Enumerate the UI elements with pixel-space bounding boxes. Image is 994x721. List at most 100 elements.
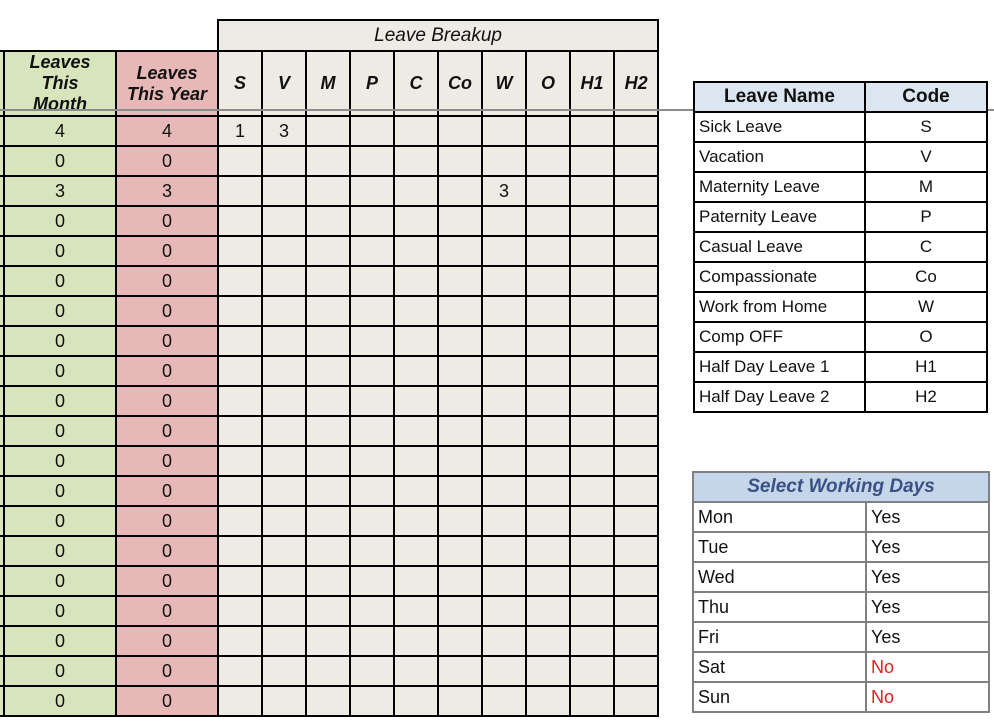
leave-code-cell[interactable]: H1: [864, 351, 988, 383]
leaves-this-year-cell[interactable]: 0: [114, 205, 220, 237]
breakup-cell-m[interactable]: [305, 625, 352, 657]
breakup-cell-h1[interactable]: [569, 595, 616, 627]
leaves-this-year-cell[interactable]: 0: [114, 625, 220, 657]
breakup-cell-p[interactable]: [349, 205, 396, 237]
breakup-cell-co[interactable]: [437, 685, 484, 717]
leave-name-cell[interactable]: Vacation: [693, 141, 866, 173]
breakup-cell-p[interactable]: [349, 565, 396, 597]
breakup-cell-v[interactable]: [261, 445, 308, 477]
breakup-cell-h1[interactable]: [569, 475, 616, 507]
leaves-this-month-cell[interactable]: 0: [3, 565, 117, 597]
breakup-cell-m[interactable]: [305, 535, 352, 567]
breakup-cell-co[interactable]: [437, 175, 484, 207]
breakup-cell-v[interactable]: [261, 385, 308, 417]
breakup-cell-w[interactable]: [481, 265, 528, 297]
leaves-this-year-cell[interactable]: 0: [114, 295, 220, 327]
leaves-this-month-cell[interactable]: 3: [3, 175, 117, 207]
breakup-cell-o[interactable]: [525, 325, 572, 357]
breakup-cell-w[interactable]: [481, 625, 528, 657]
breakup-cell-m[interactable]: [305, 385, 352, 417]
breakup-cell-w[interactable]: [481, 445, 528, 477]
leave-code-cell[interactable]: S: [864, 111, 988, 143]
breakup-cell-m[interactable]: [305, 505, 352, 537]
breakup-cell-m[interactable]: [305, 175, 352, 207]
breakup-cell-co[interactable]: [437, 505, 484, 537]
leaves-this-month-cell[interactable]: 0: [3, 475, 117, 507]
breakup-cell-o[interactable]: [525, 445, 572, 477]
breakup-cell-h1[interactable]: [569, 265, 616, 297]
breakup-cell-v[interactable]: [261, 535, 308, 567]
breakup-cell-co[interactable]: [437, 325, 484, 357]
breakup-cell-h2[interactable]: [613, 595, 660, 627]
breakup-cell-w[interactable]: [481, 595, 528, 627]
leaves-this-month-cell[interactable]: 0: [3, 685, 117, 717]
breakup-cell-o[interactable]: [525, 685, 572, 717]
breakup-cell-p[interactable]: [349, 355, 396, 387]
breakup-cell-c[interactable]: [393, 685, 440, 717]
leave-name-cell[interactable]: Half Day Leave 2: [693, 381, 866, 413]
breakup-cell-h1[interactable]: [569, 115, 616, 147]
breakup-cell-h2[interactable]: [613, 175, 660, 207]
breakup-cell-co[interactable]: [437, 205, 484, 237]
leaves-this-year-cell[interactable]: 0: [114, 355, 220, 387]
leaves-this-year-cell[interactable]: 0: [114, 415, 220, 447]
working-day-select[interactable]: No: [864, 681, 991, 713]
breakup-cell-m[interactable]: [305, 355, 352, 387]
breakup-cell-m[interactable]: [305, 115, 352, 147]
breakup-cell-c[interactable]: [393, 175, 440, 207]
breakup-cell-h1[interactable]: [569, 325, 616, 357]
leaves-this-year-cell[interactable]: 0: [114, 505, 220, 537]
breakup-cell-c[interactable]: [393, 445, 440, 477]
breakup-cell-w[interactable]: 3: [481, 175, 528, 207]
breakup-cell-c[interactable]: [393, 625, 440, 657]
breakup-cell-c[interactable]: [393, 505, 440, 537]
breakup-cell-co[interactable]: [437, 145, 484, 177]
breakup-cell-h2[interactable]: [613, 625, 660, 657]
leaves-this-year-cell[interactable]: 0: [114, 475, 220, 507]
leaves-this-month-cell[interactable]: 0: [3, 235, 117, 267]
leave-code-cell[interactable]: V: [864, 141, 988, 173]
breakup-cell-c[interactable]: [393, 265, 440, 297]
working-day-select[interactable]: No: [864, 651, 991, 683]
breakup-cell-w[interactable]: [481, 655, 528, 687]
breakup-cell-h1[interactable]: [569, 565, 616, 597]
breakup-cell-m[interactable]: [305, 325, 352, 357]
leaves-this-month-cell[interactable]: 0: [3, 535, 117, 567]
breakup-cell-p[interactable]: [349, 325, 396, 357]
breakup-cell-p[interactable]: [349, 265, 396, 297]
breakup-cell-v[interactable]: [261, 475, 308, 507]
leave-code-cell[interactable]: W: [864, 291, 988, 323]
breakup-cell-w[interactable]: [481, 505, 528, 537]
breakup-cell-m[interactable]: [305, 595, 352, 627]
leaves-this-year-cell[interactable]: 0: [114, 655, 220, 687]
breakup-cell-h1[interactable]: [569, 655, 616, 687]
breakup-cell-co[interactable]: [437, 625, 484, 657]
breakup-cell-co[interactable]: [437, 385, 484, 417]
leave-code-cell[interactable]: C: [864, 231, 988, 263]
breakup-cell-h2[interactable]: [613, 535, 660, 567]
breakup-cell-s[interactable]: [217, 565, 264, 597]
breakup-cell-p[interactable]: [349, 685, 396, 717]
breakup-cell-w[interactable]: [481, 325, 528, 357]
breakup-cell-m[interactable]: [305, 565, 352, 597]
breakup-cell-s[interactable]: [217, 415, 264, 447]
breakup-cell-w[interactable]: [481, 295, 528, 327]
breakup-cell-m[interactable]: [305, 205, 352, 237]
leave-name-cell[interactable]: Compassionate: [693, 261, 866, 293]
breakup-cell-c[interactable]: [393, 295, 440, 327]
breakup-cell-s[interactable]: [217, 325, 264, 357]
breakup-cell-o[interactable]: [525, 115, 572, 147]
leave-code-cell[interactable]: Co: [864, 261, 988, 293]
breakup-cell-h2[interactable]: [613, 115, 660, 147]
breakup-cell-m[interactable]: [305, 475, 352, 507]
leave-name-cell[interactable]: Casual Leave: [693, 231, 866, 263]
breakup-cell-v[interactable]: [261, 565, 308, 597]
breakup-cell-h1[interactable]: [569, 145, 616, 177]
breakup-cell-h1[interactable]: [569, 295, 616, 327]
breakup-cell-s[interactable]: [217, 595, 264, 627]
leaves-this-year-cell[interactable]: 0: [114, 595, 220, 627]
working-day-select[interactable]: Yes: [864, 621, 991, 653]
breakup-cell-m[interactable]: [305, 295, 352, 327]
leaves-this-year-cell[interactable]: 0: [114, 265, 220, 297]
breakup-cell-h1[interactable]: [569, 385, 616, 417]
